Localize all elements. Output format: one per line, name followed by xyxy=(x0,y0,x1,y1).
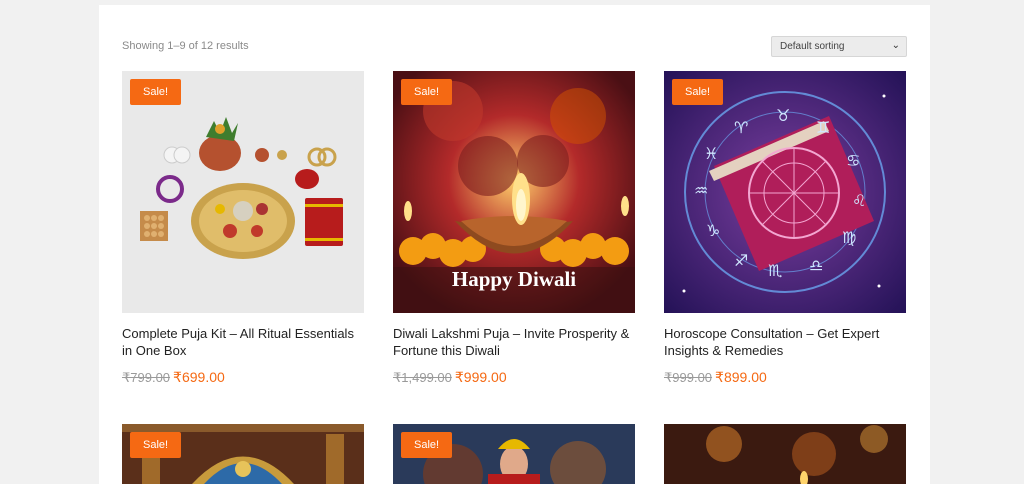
svg-text:♌: ♌ xyxy=(852,191,866,210)
product-image[interactable]: Sale! xyxy=(122,424,364,484)
original-price: ₹1,499.00 xyxy=(393,370,452,385)
result-count: Showing 1–9 of 12 results xyxy=(122,40,249,52)
sale-badge: Sale! xyxy=(401,432,453,458)
product-image[interactable]: ♈ ♉ ♊ ♋ ♌ ♍ ♎ ♏ ♐ ♑ ♒ ♓ Sale! xyxy=(664,71,906,313)
sale-price: ₹699.00 xyxy=(173,369,225,385)
sale-badge: Sale! xyxy=(672,79,724,105)
product-image[interactable]: Happy Diwali Sale! xyxy=(393,71,635,313)
product-title[interactable]: Complete Puja Kit – All Ritual Essential… xyxy=(122,325,364,359)
product-price: ₹799.00 ₹699.00 xyxy=(122,369,364,386)
svg-text:♊: ♊ xyxy=(816,118,830,137)
original-price: ₹999.00 xyxy=(664,370,713,385)
sale-badge: Sale! xyxy=(130,432,182,458)
product-title[interactable]: Horoscope Consultation – Get Expert Insi… xyxy=(664,325,906,359)
chevron-down-icon: ⌄ xyxy=(891,40,900,51)
svg-text:♎: ♎ xyxy=(809,256,823,275)
svg-text:♋: ♋ xyxy=(846,151,860,170)
svg-text:♒: ♒ xyxy=(694,181,708,200)
product-price: ₹1,499.00 ₹999.00 xyxy=(393,369,635,386)
svg-text:♐: ♐ xyxy=(734,251,748,270)
product-card[interactable] xyxy=(664,424,906,484)
svg-text:♏: ♏ xyxy=(768,261,782,280)
product-card[interactable]: Sale! xyxy=(122,424,364,484)
sale-price: ₹899.00 xyxy=(715,369,767,385)
svg-text:♍: ♍ xyxy=(842,228,856,247)
svg-text:♑: ♑ xyxy=(706,221,720,240)
sale-badge: Sale! xyxy=(401,79,453,105)
product-price: ₹999.00 ₹899.00 xyxy=(664,369,906,386)
sorting-select[interactable]: Default sorting ⌄ xyxy=(771,36,907,57)
svg-text:♉: ♉ xyxy=(776,106,790,125)
image-text: Happy Diwali xyxy=(452,267,576,291)
sale-price: ₹999.00 xyxy=(454,369,507,385)
sale-badge: Sale! xyxy=(130,79,182,105)
original-price: ₹799.00 xyxy=(122,370,171,385)
product-title[interactable]: Diwali Lakshmi Puja – Invite Prosperity … xyxy=(393,325,635,359)
product-card[interactable]: ♈ ♉ ♊ ♋ ♌ ♍ ♎ ♏ ♐ ♑ ♒ ♓ Sale! Horoscope Consulta… xyxy=(664,71,906,386)
product-card[interactable]: Happy Diwali Sale! Diwali Lakshmi Puja –… xyxy=(393,71,635,386)
svg-text:♓: ♓ xyxy=(704,144,718,163)
product-image[interactable]: Sale! xyxy=(393,424,635,484)
sorting-value: Default sorting xyxy=(780,41,845,52)
product-image[interactable] xyxy=(664,424,906,484)
product-image[interactable]: Sale! xyxy=(122,71,364,313)
svg-text:♈: ♈ xyxy=(734,118,748,137)
product-card[interactable]: Sale! xyxy=(393,424,635,484)
product-card[interactable]: Sale! Complete Puja Kit – All Ritual Ess… xyxy=(122,71,364,386)
